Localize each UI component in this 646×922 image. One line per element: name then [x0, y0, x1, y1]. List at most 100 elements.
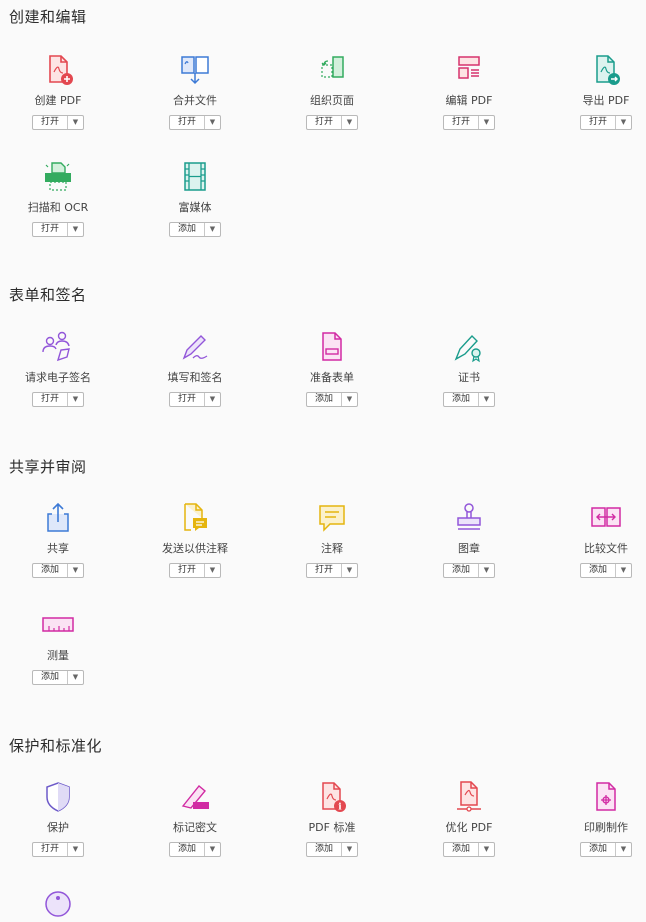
tool-request-signature[interactable]: 请求电子签名 打开 ▼	[3, 329, 113, 407]
dropdown-arrow-icon: ▼	[483, 118, 490, 126]
tool-label: 优化 PDF	[445, 821, 493, 834]
tool-certificate[interactable]: 证书 添加 ▼	[414, 329, 524, 407]
tool-edit-pdf[interactable]: 编辑 PDF 打开 ▼	[414, 52, 524, 130]
tool-stamp[interactable]: 图章 添加 ▼	[414, 500, 524, 578]
tool-label: 比较文件	[584, 542, 628, 555]
certificate-icon	[454, 334, 481, 363]
dropdown-arrow-icon: ▼	[620, 118, 627, 126]
dropdown-arrow-icon: ▼	[209, 395, 216, 403]
section-title-forms-signatures: 表单和签名	[9, 286, 87, 304]
tool-label: 注释	[321, 542, 343, 555]
tool-share[interactable]: 共享 添加 ▼	[3, 500, 113, 578]
dropdown-arrow-icon: ▼	[209, 845, 216, 853]
dropdown-arrow-icon: ▼	[209, 225, 216, 233]
tool-label: 扫描和 OCR	[27, 201, 89, 214]
tool-label: 合并文件	[173, 94, 217, 107]
tool-label: 组织页面	[310, 94, 354, 107]
stamp-icon	[457, 503, 481, 530]
dropdown-arrow-icon: ▼	[620, 845, 627, 853]
prepare-form-icon	[322, 332, 342, 361]
dropdown-arrow-icon: ▼	[72, 225, 79, 233]
fill-sign-icon	[182, 335, 208, 360]
tool-organize-pages[interactable]: 组织页面 打开 ▼	[277, 52, 387, 130]
tool-label: 印刷制作	[584, 821, 628, 834]
tool-print-production[interactable]: 印刷制作 添加 ▼	[551, 779, 646, 857]
dropdown-arrow-icon: ▼	[483, 566, 490, 574]
open-button[interactable]: 打开 ▼	[306, 115, 358, 130]
export-pdf-icon	[596, 55, 620, 85]
open-button[interactable]: 打开 ▼	[32, 115, 84, 130]
add-button[interactable]: 添加 ▼	[32, 670, 84, 685]
tool-combine-files[interactable]: 合并文件 打开 ▼	[140, 52, 250, 130]
open-button[interactable]: 打开 ▼	[169, 563, 221, 578]
tool-comment[interactable]: 注释 打开 ▼	[277, 500, 387, 578]
tool-label: 测量	[47, 649, 69, 662]
dropdown-arrow-icon: ▼	[346, 395, 353, 403]
open-button[interactable]: 打开 ▼	[169, 392, 221, 407]
open-button[interactable]: 打开 ▼	[32, 842, 84, 857]
tool-export-pdf[interactable]: 导出 PDF 打开 ▼	[551, 52, 646, 130]
optimize-pdf-icon	[457, 781, 481, 812]
organize-pages-icon	[321, 56, 344, 78]
dropdown-arrow-icon: ▼	[483, 845, 490, 853]
redact-icon	[181, 785, 209, 809]
add-button[interactable]: 添加 ▼	[443, 842, 495, 857]
print-production-icon	[596, 782, 616, 811]
tool-label: 标记密文	[173, 821, 217, 834]
dropdown-arrow-icon: ▼	[72, 566, 79, 574]
tool-label: 富媒体	[178, 201, 212, 214]
add-button[interactable]: 添加 ▼	[169, 222, 221, 237]
open-button[interactable]: 打开 ▼	[580, 115, 632, 130]
edit-pdf-icon	[458, 56, 480, 79]
svg-text:i: i	[338, 803, 342, 813]
share-icon	[47, 502, 69, 532]
request-signature-icon	[42, 331, 70, 362]
add-button[interactable]: 添加 ▼	[580, 563, 632, 578]
tool-redact[interactable]: 标记密文 添加 ▼	[140, 779, 250, 857]
open-button[interactable]: 打开 ▼	[443, 115, 495, 130]
tool-optimize-pdf[interactable]: 优化 PDF 添加 ▼	[414, 779, 524, 857]
add-button[interactable]: 添加 ▼	[306, 392, 358, 407]
tool-prepare-form[interactable]: 准备表单 添加 ▼	[277, 329, 387, 407]
open-button[interactable]: 打开 ▼	[32, 392, 84, 407]
dropdown-arrow-icon: ▼	[72, 845, 79, 853]
add-button[interactable]: 添加 ▼	[443, 392, 495, 407]
tool-compare-files[interactable]: 比较文件 添加 ▼	[551, 500, 646, 578]
dropdown-arrow-icon: ▼	[620, 566, 627, 574]
dropdown-arrow-icon: ▼	[346, 845, 353, 853]
accessibility-icon	[45, 891, 71, 917]
open-button[interactable]: 打开 ▼	[306, 563, 358, 578]
scan-ocr-icon	[45, 162, 71, 191]
add-button[interactable]: 添加 ▼	[443, 563, 495, 578]
tool-label: 编辑 PDF	[445, 94, 493, 107]
dropdown-arrow-icon: ▼	[72, 118, 79, 126]
tool-label: 填写和签名	[167, 371, 223, 384]
open-button[interactable]: 打开 ▼	[32, 222, 84, 237]
tool-create-pdf[interactable]: 创建 PDF 打开 ▼	[3, 52, 113, 130]
tool-scan-ocr[interactable]: 扫描和 OCR 打开 ▼	[3, 159, 113, 237]
add-button[interactable]: 添加 ▼	[169, 842, 221, 857]
tool-pdf-standards[interactable]: i PDF 标准 添加 ▼	[277, 779, 387, 857]
tool-fill-sign[interactable]: 填写和签名 打开 ▼	[140, 329, 250, 407]
tool-send-for-comment[interactable]: 发送以供注释 打开 ▼	[140, 500, 250, 578]
tool-protect[interactable]: 保护 打开 ▼	[3, 779, 113, 857]
tool-label: 准备表单	[310, 371, 354, 384]
protect-icon	[46, 782, 70, 812]
add-button[interactable]: 添加 ▼	[580, 842, 632, 857]
tool-measure[interactable]: 测量 添加 ▼	[3, 607, 113, 685]
rich-media-icon	[184, 162, 206, 191]
tool-partial-next[interactable]	[3, 886, 113, 922]
tool-label: 发送以供注释	[162, 542, 228, 555]
dropdown-arrow-icon: ▼	[483, 395, 490, 403]
section-title-share-review: 共享并审阅	[9, 458, 87, 476]
add-button[interactable]: 添加 ▼	[306, 842, 358, 857]
open-button[interactable]: 打开 ▼	[169, 115, 221, 130]
tool-label: 图章	[458, 542, 480, 555]
tool-rich-media[interactable]: 富媒体 添加 ▼	[140, 159, 250, 237]
dropdown-arrow-icon: ▼	[72, 395, 79, 403]
section-title-create-edit: 创建和编辑	[9, 8, 87, 26]
section-title-protect-standardize: 保护和标准化	[9, 737, 103, 755]
tool-label: 证书	[458, 371, 480, 384]
add-button[interactable]: 添加 ▼	[32, 563, 84, 578]
tool-label: 创建 PDF	[34, 94, 82, 107]
